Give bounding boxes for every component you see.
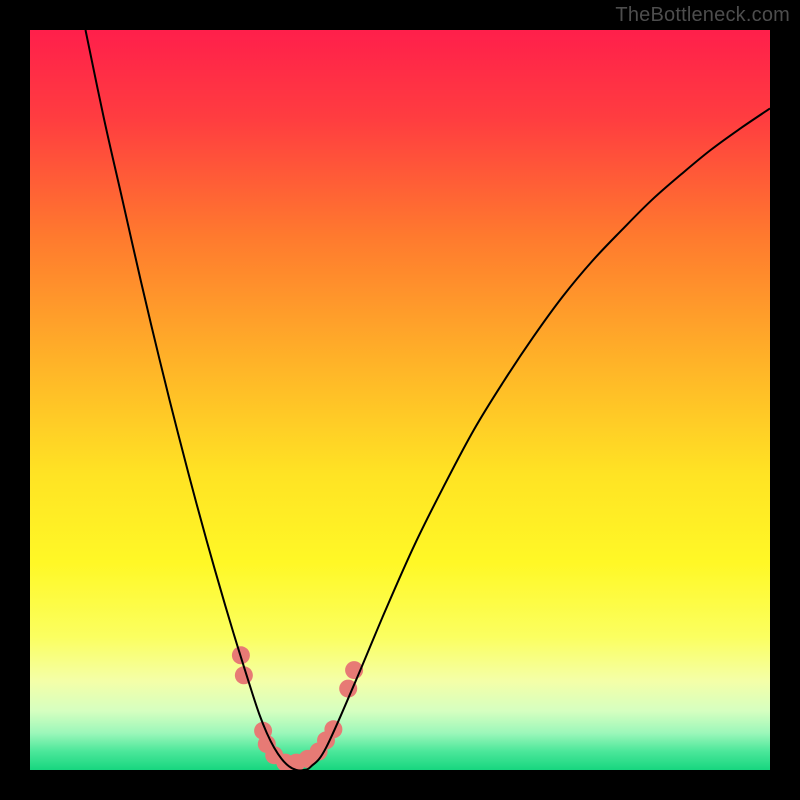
curve-layer (30, 30, 770, 770)
plot-area (30, 30, 770, 770)
watermark-text: TheBottleneck.com (615, 4, 790, 27)
highlight-dot (324, 720, 342, 738)
bottleneck-curve (86, 30, 771, 770)
chart-stage: TheBottleneck.com (0, 0, 800, 800)
